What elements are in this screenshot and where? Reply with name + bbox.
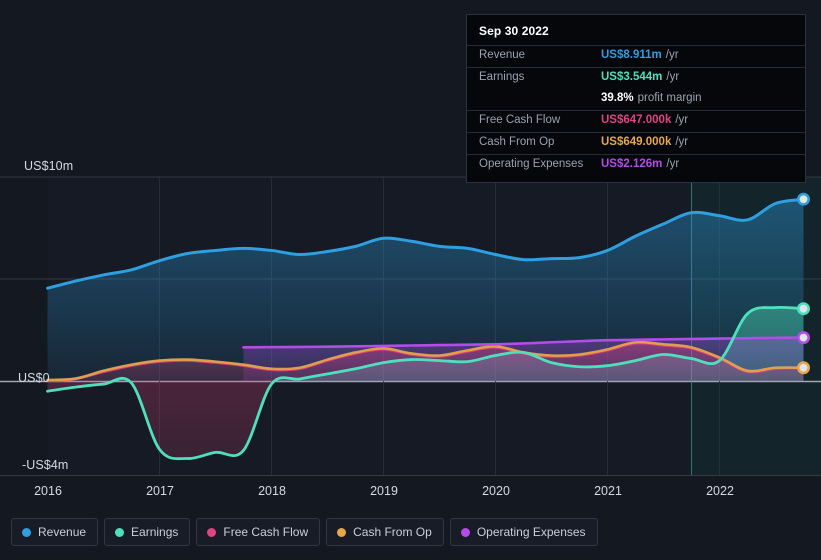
tooltip-value-revenue: US$8.911m (601, 49, 662, 61)
legend-item-free-cash-flow[interactable]: Free Cash Flow (196, 518, 321, 546)
x-axis-label-2021: 2021 (594, 484, 622, 498)
tooltip-row-cash-from-op: Cash From Op US$649.000k /yr (467, 132, 805, 154)
series-dot-icon-free-cash-flow (207, 527, 217, 537)
tooltip-unit-cash-from-op: /yr (675, 136, 689, 148)
tooltip-value-cash-from-op: US$649.000k (601, 136, 672, 148)
legend-item-operating-expenses[interactable]: Operating Expenses (449, 518, 598, 546)
endpoint-dot-operating-expenses (796, 331, 810, 345)
legend-item-revenue[interactable]: Revenue (11, 518, 99, 546)
tooltip-label-free-cash-flow: Free Cash Flow (479, 114, 561, 126)
series-dot-icon-cash-from-op (337, 527, 347, 537)
tooltip-label-earnings: Earnings (479, 71, 525, 83)
tooltip-date: Sep 30 2022 (479, 24, 549, 38)
y-axis-label-bottom: -US$4m (22, 458, 69, 472)
tooltip-text-profit-margin: profit margin (637, 92, 702, 104)
series-dot-icon-revenue (22, 527, 31, 537)
series-dot-icon-operating-expenses (460, 527, 470, 537)
legend-item-cash-from-op[interactable]: Cash From Op (326, 518, 444, 546)
tooltip-row-revenue: Revenue US$8.911m /yr (467, 45, 805, 67)
x-axis-label-2022: 2022 (706, 484, 734, 498)
data-tooltip: Sep 30 2022 Revenue US$8.911m /yr Earnin… (466, 14, 806, 183)
endpoint-dot-cash-from-op (796, 361, 810, 375)
tooltip-label-operating-expenses: Operating Expenses (479, 158, 584, 170)
x-axis-label-2020: 2020 (482, 484, 510, 498)
legend-label-earnings: Earnings (131, 525, 179, 539)
tooltip-unit-earnings: /yr (666, 71, 680, 83)
legend-item-earnings[interactable]: Earnings (104, 518, 191, 546)
series-dot-icon-earnings (115, 527, 125, 537)
x-axis-label-2016: 2016 (34, 484, 62, 498)
tooltip-value-profit-margin: 39.8% (601, 92, 634, 104)
endpoint-dot-earnings (796, 302, 810, 316)
y-axis-label-top: US$10m (24, 159, 74, 173)
x-axis-label-2017: 2017 (146, 484, 174, 498)
tooltip-row-free-cash-flow: Free Cash Flow US$647.000k /yr (467, 110, 805, 132)
tooltip-value-operating-expenses: US$2.126m (601, 158, 663, 170)
y-axis-label-zero: US$0 (18, 371, 50, 385)
legend-label-cash-from-op: Cash From Op (353, 525, 432, 539)
tooltip-label-cash-from-op: Cash From Op (479, 136, 555, 148)
financial-performance-chart: US$10m US$0 -US$4m 2016 2017 2018 2019 2… (0, 0, 821, 560)
tooltip-label-revenue: Revenue (479, 49, 526, 61)
tooltip-row-profit-margin: 39.8% profit margin (467, 89, 805, 110)
legend-label-revenue: Revenue (38, 525, 87, 539)
tooltip-unit-operating-expenses: /yr (666, 158, 680, 170)
tooltip-value-earnings: US$3.544m (601, 71, 663, 83)
chart-legend: Revenue Earnings Free Cash Flow Cash Fro… (11, 518, 598, 546)
legend-label-operating-expenses: Operating Expenses (476, 525, 586, 539)
tooltip-row-operating-expenses: Operating Expenses US$2.126m /yr (467, 154, 805, 176)
tooltip-row-earnings: Earnings US$3.544m /yr (467, 67, 805, 89)
x-axis-label-2019: 2019 (370, 484, 398, 498)
endpoint-dot-revenue (796, 192, 810, 206)
tooltip-unit-free-cash-flow: /yr (675, 114, 689, 126)
tooltip-value-free-cash-flow: US$647.000k (601, 114, 672, 126)
legend-label-free-cash-flow: Free Cash Flow (223, 525, 309, 539)
tooltip-unit-revenue: /yr (665, 49, 679, 61)
x-axis-label-2018: 2018 (258, 484, 286, 498)
